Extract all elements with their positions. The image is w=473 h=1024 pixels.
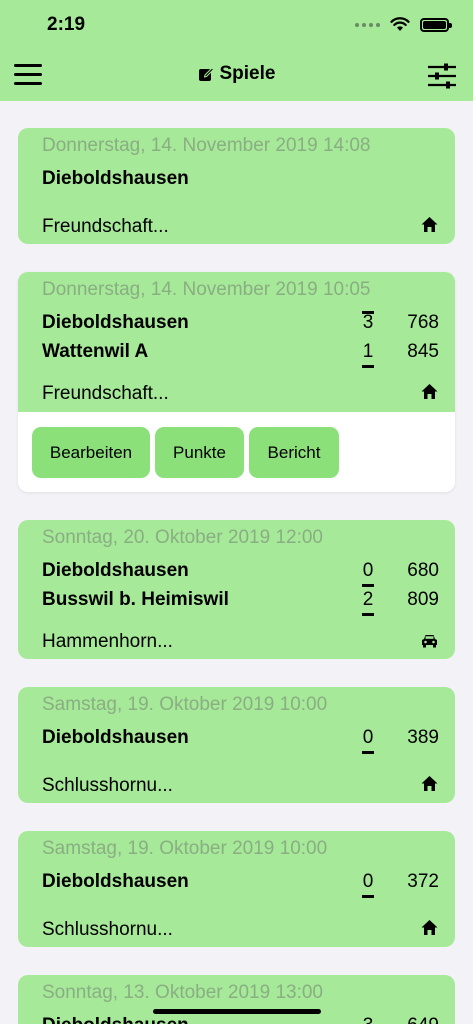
game-card[interactable]: Sonntag, 20. Oktober 2019 12:00 Diebolds… [18, 520, 455, 659]
game-card[interactable]: Samstag, 19. Oktober 2019 10:00 Diebolds… [18, 687, 455, 803]
team-name: Wattenwil A [42, 341, 149, 362]
edit-button[interactable]: Bearbeiten [32, 427, 150, 478]
battery-icon [420, 17, 452, 32]
team-name: Dieboldshausen [42, 727, 189, 748]
team-score: 2 [362, 589, 374, 616]
navigation-bar: 2:19 Spiele [0, 0, 473, 101]
home-icon [421, 920, 438, 935]
signal-icon [355, 22, 380, 27]
game-date: Sonntag, 20. Oktober 2019 12:00 [42, 527, 323, 548]
home-icon [421, 217, 438, 232]
team-name: Dieboldshausen [42, 1015, 189, 1024]
filter-settings-button[interactable] [427, 63, 457, 89]
edit-icon [198, 67, 214, 81]
report-button[interactable]: Bericht [249, 427, 339, 478]
wifi-icon [390, 17, 410, 31]
home-icon [421, 776, 438, 791]
game-date: Donnerstag, 14. November 2019 10:05 [42, 279, 371, 300]
team-score: 0 [362, 727, 374, 754]
game-location: Freundschaft... [42, 216, 169, 237]
team-points: 768 [407, 312, 439, 333]
team-name: Dieboldshausen [42, 168, 189, 189]
sliders-icon [428, 63, 456, 89]
team-points: 809 [407, 589, 439, 610]
game-location: Schlusshornu... [42, 919, 173, 940]
team-points: 389 [407, 727, 439, 748]
game-card[interactable]: Donnerstag, 14. November 2019 14:08 Dieb… [18, 128, 455, 244]
team-points: 372 [407, 871, 439, 892]
points-button[interactable]: Punkte [155, 427, 244, 478]
team-score: 3 [362, 311, 374, 333]
car-icon [422, 635, 437, 648]
home-indicator[interactable] [153, 1009, 321, 1014]
game-date: Donnerstag, 14. November 2019 14:08 [42, 135, 371, 156]
game-location: Schlusshornu... [42, 775, 173, 796]
team-points: 680 [407, 560, 439, 581]
team-name: Busswil b. Heimiswil [42, 589, 229, 610]
team-points: 845 [407, 341, 439, 362]
team-name: Dieboldshausen [42, 871, 189, 892]
team-score: 1 [362, 341, 374, 368]
team-score: 0 [362, 560, 374, 587]
status-icons [355, 17, 452, 32]
team-points: 649 [407, 1015, 439, 1024]
team-score: 0 [362, 871, 374, 898]
team-name: Dieboldshausen [42, 312, 189, 333]
team-score: 3 [362, 1015, 374, 1024]
page-title-text: Spiele [219, 63, 276, 84]
page-title: Spiele [0, 63, 473, 85]
game-card[interactable]: Samstag, 19. Oktober 2019 10:00 Diebolds… [18, 831, 455, 947]
game-date: Samstag, 19. Oktober 2019 10:00 [42, 694, 328, 715]
game-card[interactable]: Sonntag, 13. Oktober 2019 13:00 Diebolds… [18, 975, 455, 1024]
team-name: Dieboldshausen [42, 560, 189, 581]
game-location: Freundschaft... [42, 383, 169, 404]
game-date: Sonntag, 13. Oktober 2019 13:00 [42, 982, 323, 1003]
home-icon [421, 384, 438, 399]
game-location: Hammenhorn... [42, 631, 173, 652]
status-time: 2:19 [47, 14, 86, 35]
game-date: Samstag, 19. Oktober 2019 10:00 [42, 838, 328, 859]
game-card-expanded[interactable]: Donnerstag, 14. November 2019 10:05 Dieb… [18, 272, 455, 492]
